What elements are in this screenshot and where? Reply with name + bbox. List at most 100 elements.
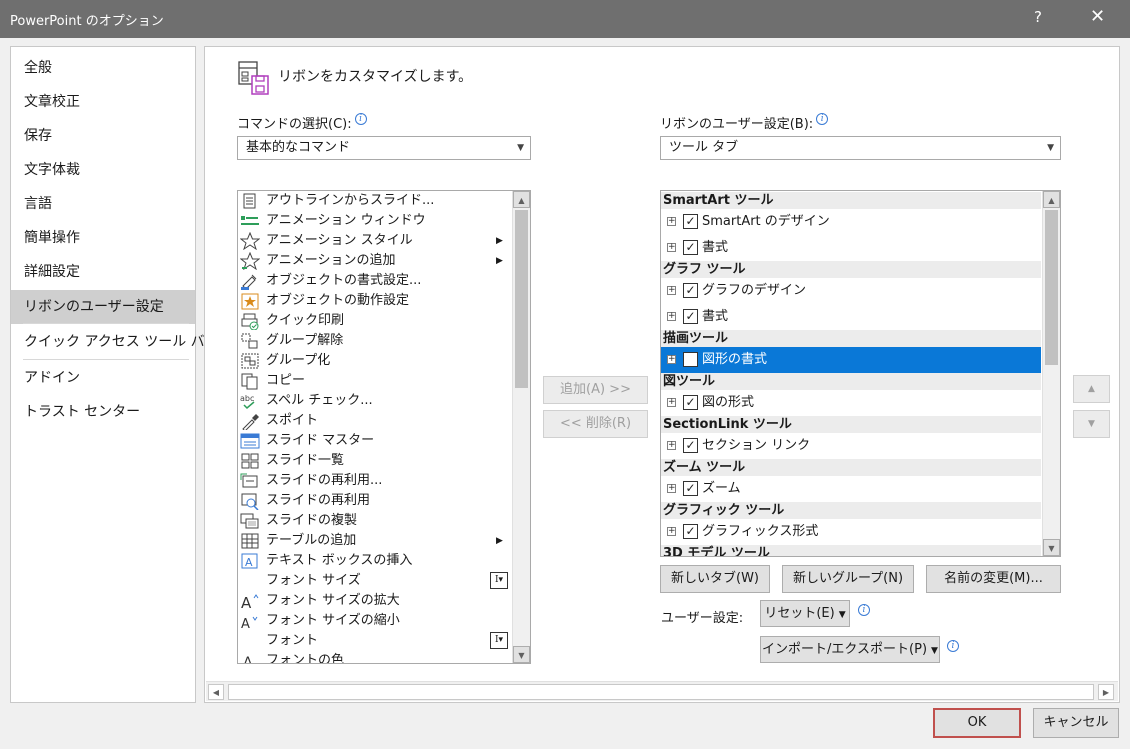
list-item[interactable]: スポイト: [238, 411, 510, 431]
info-icon[interactable]: i: [354, 113, 367, 125]
list-item[interactable]: コピー: [238, 371, 510, 391]
tree-group-label[interactable]: SmartArt ツール: [661, 192, 1041, 209]
list-item[interactable]: フォント I▾: [238, 631, 510, 651]
scroll-up-button[interactable]: ▲: [513, 191, 530, 208]
tree-tab-item[interactable]: + ✓ SmartArt のデザイン: [661, 209, 1041, 235]
nav-item[interactable]: 文字体裁: [11, 153, 195, 187]
scroll-down-button[interactable]: ▼: [1043, 539, 1060, 556]
expand-icon[interactable]: +: [667, 484, 676, 493]
list-item[interactable]: アニメーション スタイル ▶: [238, 231, 510, 251]
list-item[interactable]: スライドの複製: [238, 511, 510, 531]
close-button[interactable]: ✕: [1090, 6, 1105, 27]
list-item[interactable]: アウトラインからスライド...: [238, 191, 510, 211]
checkbox[interactable]: ✓: [683, 283, 698, 298]
checkbox[interactable]: ✓: [683, 309, 698, 324]
ribbon-tree[interactable]: SmartArt ツール + ✓ SmartArt のデザイン + ✓ 書式 グラフ ツール +…: [660, 190, 1061, 557]
tree-group-label[interactable]: 描画ツール: [661, 330, 1041, 347]
scroll-left-button[interactable]: ◀: [208, 684, 224, 700]
list-item[interactable]: クイック印刷: [238, 311, 510, 331]
expand-icon[interactable]: +: [667, 217, 676, 226]
tree-tab-item[interactable]: + ✓ 図の形式: [661, 390, 1041, 416]
move-up-button[interactable]: ▲: [1073, 375, 1110, 403]
expand-icon[interactable]: +: [667, 441, 676, 450]
reset-button[interactable]: リセット(E) ▼: [760, 600, 850, 627]
help-button[interactable]: ?: [1034, 8, 1042, 26]
new-tab-button[interactable]: 新しいタブ(W): [660, 565, 770, 593]
list-item[interactable]: フォント サイズ I▾: [238, 571, 510, 591]
list-item[interactable]: A フォント サイズの縮小: [238, 611, 510, 631]
expand-icon[interactable]: +: [667, 243, 676, 252]
nav-item[interactable]: 保存: [11, 119, 195, 153]
import-export-button[interactable]: インポート/エクスポート(P) ▼: [760, 636, 940, 663]
list-item[interactable]: abc スペル チェック...: [238, 391, 510, 411]
list-item[interactable]: テーブルの追加 ▶: [238, 531, 510, 551]
checkbox[interactable]: ✓: [683, 438, 698, 453]
scroll-right-button[interactable]: ▶: [1098, 684, 1114, 700]
list-item[interactable]: スライドの再利用: [238, 491, 510, 511]
list-item[interactable]: スライド マスター: [238, 431, 510, 451]
list-item[interactable]: オブジェクトの書式設定...: [238, 271, 510, 291]
tree-group-label[interactable]: ズーム ツール: [661, 459, 1041, 476]
expand-icon[interactable]: +: [667, 355, 676, 364]
ribbon-tree-scrollbar[interactable]: ▲ ▼: [1042, 191, 1060, 556]
list-item[interactable]: オブジェクトの動作設定: [238, 291, 510, 311]
checkbox[interactable]: ✓: [683, 395, 698, 410]
move-down-button[interactable]: ▼: [1073, 410, 1110, 438]
tree-tab-item[interactable]: + ✓ 書式: [661, 235, 1041, 261]
list-item[interactable]: A フォントの色: [238, 651, 510, 663]
commands-list[interactable]: アウトラインからスライド... アニメーション ウィンドウ アニメーション スタイル…: [237, 190, 531, 664]
new-group-button[interactable]: 新しいグループ(N): [782, 565, 914, 593]
list-item[interactable]: グループ解除: [238, 331, 510, 351]
info-icon[interactable]: i: [858, 604, 870, 616]
expand-icon[interactable]: +: [667, 398, 676, 407]
nav-item[interactable]: トラスト センター: [11, 395, 195, 429]
checkbox[interactable]: ✓: [683, 214, 698, 229]
expand-icon[interactable]: +: [667, 527, 676, 536]
tree-tab-item[interactable]: + ✓ ズーム: [661, 476, 1041, 502]
tree-group-label[interactable]: グラフ ツール: [661, 261, 1041, 278]
checkbox[interactable]: ✓: [683, 524, 698, 539]
info-icon[interactable]: i: [816, 113, 829, 125]
nav-item[interactable]: アドイン: [11, 361, 195, 395]
checkbox[interactable]: ✓: [683, 481, 698, 496]
nav-item[interactable]: 全般: [11, 51, 195, 85]
nav-item[interactable]: リボンのユーザー設定: [11, 290, 195, 324]
tree-tab-item[interactable]: + 図形の書式: [661, 347, 1041, 373]
info-icon[interactable]: i: [947, 640, 959, 652]
checkbox[interactable]: ✓: [683, 240, 698, 255]
rename-button[interactable]: 名前の変更(M)...: [926, 565, 1061, 593]
tree-group-label[interactable]: SectionLink ツール: [661, 416, 1041, 433]
list-item[interactable]: A テキスト ボックスの挿入: [238, 551, 510, 571]
list-item[interactable]: グループ化: [238, 351, 510, 371]
nav-item[interactable]: 詳細設定: [11, 255, 195, 289]
checkbox[interactable]: [683, 352, 698, 367]
tree-tab-item[interactable]: + ✓ グラフィックス形式: [661, 519, 1041, 545]
commands-scrollbar[interactable]: ▲ ▼: [512, 191, 530, 663]
cancel-button[interactable]: キャンセル: [1033, 708, 1119, 738]
list-item[interactable]: スライド一覧: [238, 451, 510, 471]
remove-button[interactable]: << 削除(R): [543, 410, 648, 438]
ribbon-select[interactable]: ツール タブ ▼: [660, 136, 1061, 160]
nav-item[interactable]: 言語: [11, 187, 195, 221]
tree-group-label[interactable]: 3D モデル ツール: [661, 545, 1041, 556]
expand-icon[interactable]: +: [667, 312, 676, 321]
content-hscrollbar[interactable]: ◀ ▶: [206, 681, 1118, 701]
tree-group-label[interactable]: グラフィック ツール: [661, 502, 1041, 519]
scroll-down-button[interactable]: ▼: [513, 646, 530, 663]
ok-button[interactable]: OK: [933, 708, 1021, 738]
nav-item[interactable]: クイック アクセス ツール バー: [11, 325, 219, 359]
expand-icon[interactable]: +: [667, 286, 676, 295]
tree-group-label[interactable]: 図ツール: [661, 373, 1041, 390]
scroll-thumb[interactable]: [515, 210, 528, 388]
command-select[interactable]: 基本的なコマンド ▼: [237, 136, 531, 160]
scroll-thumb[interactable]: [1045, 210, 1058, 365]
tree-tab-item[interactable]: + ✓ グラフのデザイン: [661, 278, 1041, 304]
tree-tab-item[interactable]: + ✓ 書式: [661, 304, 1041, 330]
list-item[interactable]: A フォント サイズの拡大: [238, 591, 510, 611]
list-item[interactable]: スライドの再利用...: [238, 471, 510, 491]
list-item[interactable]: アニメーションの追加 ▶: [238, 251, 510, 271]
scroll-track[interactable]: [228, 684, 1094, 700]
nav-item[interactable]: 簡単操作: [11, 221, 195, 255]
add-button[interactable]: 追加(A) >>: [543, 376, 648, 404]
list-item[interactable]: アニメーション ウィンドウ: [238, 211, 510, 231]
